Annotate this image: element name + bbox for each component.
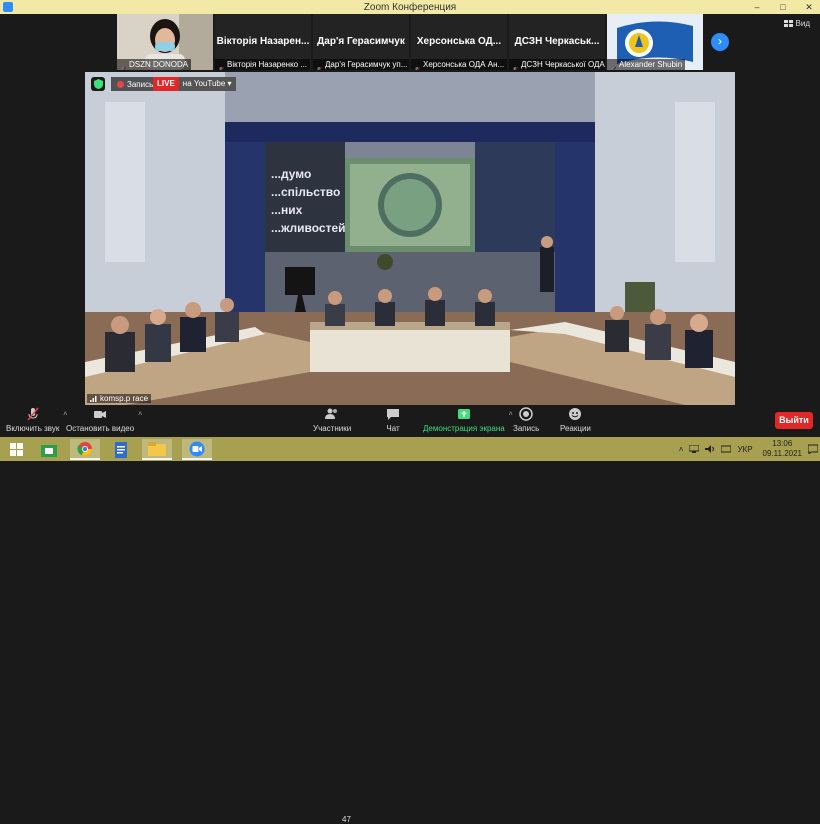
clock-time: 13:06 (772, 439, 793, 448)
participant-tile[interactable]: Alexander Shubin (607, 14, 703, 70)
participant-label: DSZN DONODA (117, 59, 192, 70)
live-badge: LIVE (153, 77, 179, 91)
chrome-app-icon[interactable] (70, 439, 100, 460)
security-shield-icon[interactable] (91, 77, 105, 91)
window-title: Zoom Конференция (363, 1, 457, 13)
keyboard-icon[interactable] (721, 445, 732, 453)
live-stream-indicator[interactable]: LIVE на YouTube ▾ (153, 77, 236, 91)
participants-label: Участники (313, 424, 352, 433)
file-explorer-icon[interactable] (142, 439, 172, 460)
stop-video-label: Остановить видео (66, 424, 135, 433)
stream-target: на YouTube ▾ (178, 77, 236, 91)
participant-label: ДСЗН Черкаської ОДА (509, 59, 605, 70)
participants-count: 47 (342, 815, 351, 824)
close-window-button[interactable]: ✕ (802, 2, 816, 13)
record-icon (519, 407, 533, 421)
chat-button[interactable]: Чат (386, 407, 400, 433)
view-label: Вид (795, 19, 810, 28)
record-button-label: Запись (513, 424, 540, 433)
participant-label: Дар'я Герасимчук уп... (313, 59, 409, 70)
grid-icon (783, 19, 793, 27)
participant-label: Alexander Shubin (607, 59, 686, 70)
speaker-name: komsp.p race (100, 394, 149, 403)
participant-tile[interactable]: Дар'я Герасимчук Дар'я Герасимчук уп... (313, 14, 409, 70)
volume-icon[interactable] (705, 445, 715, 453)
record-label: Запись (127, 79, 154, 89)
signal-bars-icon (90, 395, 97, 402)
network-icon[interactable] (689, 445, 700, 453)
participant-label: Херсонська ОДА Ан... (411, 59, 507, 70)
share-screen-icon (457, 409, 470, 419)
reactions-label: Реакции (560, 424, 591, 433)
mic-muted-icon (27, 407, 39, 421)
banner-text-line: ...них (271, 203, 303, 217)
windows-taskbar: ˄ УКР 13:06 09.11.2021 (0, 437, 820, 461)
store-app-icon[interactable] (34, 439, 64, 460)
participant-name: ДСЗН Черкаськ... (514, 36, 600, 47)
clock-date: 09.11.2021 (762, 449, 802, 458)
minimize-button[interactable]: – (750, 2, 764, 12)
chevron-up-icon[interactable]: ˄ (679, 445, 684, 454)
participant-tile[interactable]: ДСЗН Черкаськ... ДСЗН Черкаської ОДА (509, 14, 605, 70)
unmute-button[interactable]: Включить звук ˄ (6, 407, 67, 433)
conference-hall-video: ...думо ...спільство ...них ...жливостей (85, 72, 735, 405)
chat-label: Чат (386, 424, 400, 433)
window-titlebar: Zoom Конференция – □ ✕ (0, 0, 820, 14)
banner-text-line: ...спільство (271, 185, 340, 199)
document-app-icon[interactable] (106, 439, 136, 460)
language-indicator[interactable]: УКР (737, 445, 752, 454)
chevron-up-icon[interactable]: ˄ (138, 411, 142, 418)
smiley-icon (569, 408, 582, 420)
stream-target-label: на YouTube (182, 79, 226, 88)
banner-text-line: ...жливостей (271, 221, 346, 235)
zoom-app-icon[interactable] (182, 439, 212, 460)
active-speaker-tag: komsp.p race (87, 394, 152, 403)
chat-icon (387, 409, 399, 420)
stop-video-button[interactable]: Остановить видео ˄ (66, 407, 142, 433)
record-button[interactable]: Запись (513, 407, 539, 433)
share-screen-button[interactable]: Демонстрация экрана ˄ (423, 407, 513, 433)
participant-name: Дар'я Герасимчук (317, 36, 405, 47)
system-tray: ˄ УКР 13:06 09.11.2021 (679, 437, 818, 461)
view-button[interactable]: Вид (783, 19, 810, 28)
unmute-label: Включить звук (6, 424, 60, 433)
chevron-right-icon[interactable]: › (711, 33, 729, 51)
video-camera-icon (94, 411, 107, 418)
participant-label: Вікторія Назаренко ... (215, 59, 311, 70)
windows-start-icon[interactable] (2, 439, 32, 460)
participant-name: Вікторія Назарен... (216, 36, 310, 47)
recording-indicator[interactable]: Запись (111, 77, 160, 91)
reactions-button[interactable]: Реакции (560, 407, 591, 433)
notification-icon[interactable] (808, 444, 818, 454)
participants-icon (325, 408, 338, 419)
gallery-strip: DSZN DONODA Вікторія Назарен... Вікторія… (0, 14, 820, 71)
maximize-button[interactable]: □ (776, 2, 790, 12)
share-screen-label: Демонстрация экрана (423, 424, 505, 433)
record-dot-icon (117, 80, 124, 88)
window-controls: – □ ✕ (750, 0, 816, 14)
participants-button[interactable]: Участники (313, 407, 351, 433)
zoom-app-icon (3, 2, 13, 12)
leave-button[interactable]: Выйти (775, 412, 813, 429)
main-video[interactable]: ...думо ...спільство ...них ...жливостей (85, 72, 735, 405)
participant-tile[interactable]: Вікторія Назарен... Вікторія Назаренко .… (215, 14, 311, 70)
banner-text-line: ...думо (271, 167, 311, 181)
meeting-toolbar: Включить звук ˄ Остановить видео ˄ Участ… (0, 405, 820, 824)
participant-name: Херсонська ОД... (416, 36, 502, 47)
participant-tile[interactable]: DSZN DONODA (117, 14, 213, 70)
participant-tile[interactable]: Херсонська ОД... Херсонська ОДА Ан... (411, 14, 507, 70)
taskbar-clock[interactable]: 13:06 09.11.2021 (763, 439, 802, 459)
